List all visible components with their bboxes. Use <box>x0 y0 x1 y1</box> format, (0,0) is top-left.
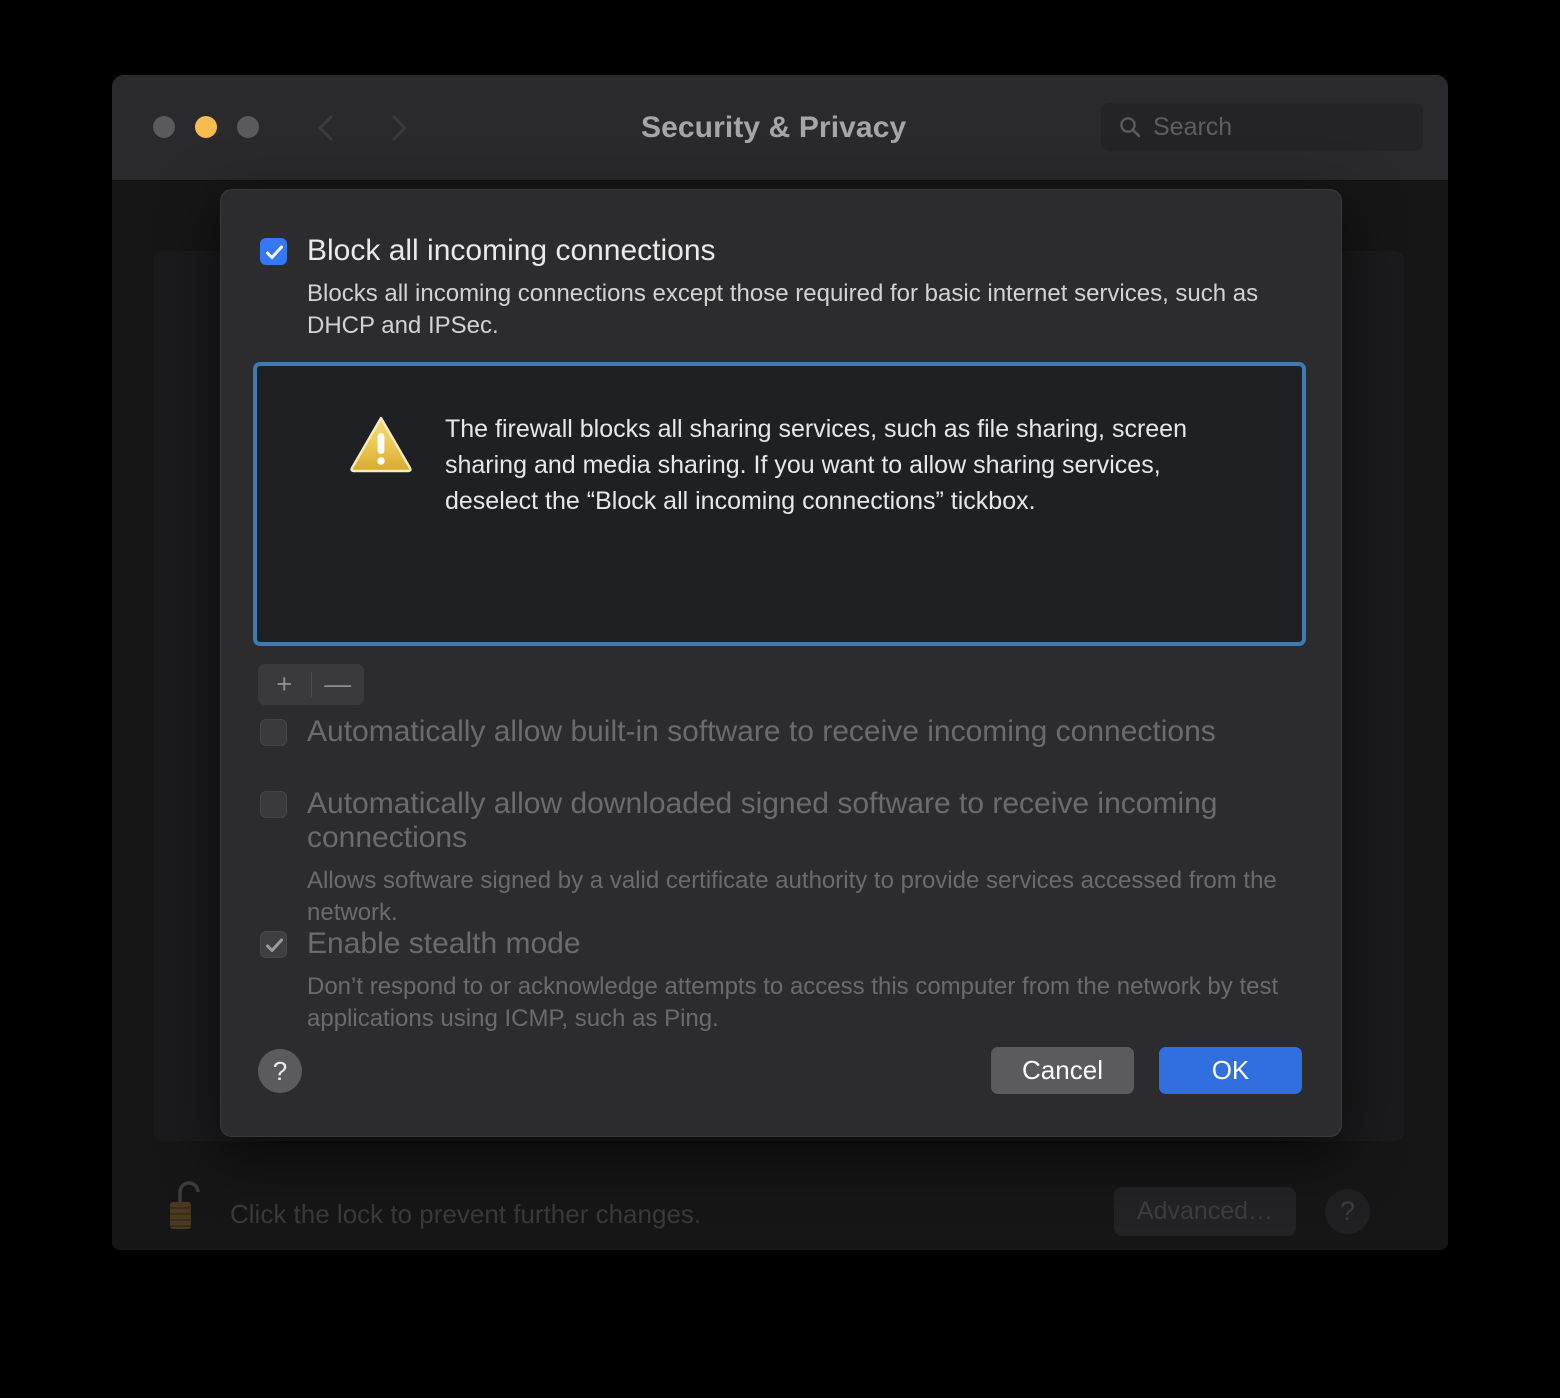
search-icon <box>1119 116 1141 138</box>
help-button-sheet[interactable]: ? <box>258 1049 302 1093</box>
auto-allow-signed-description: Allows software signed by a valid certif… <box>307 867 1277 926</box>
auto-allow-builtin-row: Automatically allow built-in software to… <box>260 715 1300 749</box>
search-field[interactable]: Search <box>1101 103 1423 151</box>
remove-app-button[interactable]: — <box>312 664 365 705</box>
page-title: Security & Privacy <box>641 111 907 144</box>
search-input-placeholder: Search <box>1153 112 1233 141</box>
auto-allow-builtin-label: Automatically allow built-in software to… <box>307 715 1216 748</box>
advanced-button[interactable]: Advanced… <box>1114 1187 1296 1236</box>
forward-arrow-icon[interactable] <box>385 113 413 143</box>
firewall-options-sheet: Block all incoming connections Blocks al… <box>220 189 1342 1137</box>
desktop-background: Security & Privacy Search Click the lock… <box>0 0 1560 1398</box>
add-remove-segmented-control: + — <box>258 664 364 705</box>
traffic-light-group <box>153 116 259 138</box>
add-app-button[interactable]: + <box>258 664 311 705</box>
lock-caption: Click the lock to prevent further change… <box>230 1199 702 1229</box>
help-button-background[interactable]: ? <box>1325 1189 1370 1234</box>
block-all-connections-label: Block all incoming connections <box>307 234 716 267</box>
preferences-bottom-bar: Click the lock to prevent further change… <box>112 1181 1448 1250</box>
window-titlebar: Security & Privacy Search <box>112 75 1448 218</box>
auto-allow-builtin-checkbox[interactable] <box>260 719 287 746</box>
stealth-mode-checkbox[interactable] <box>260 931 287 958</box>
minimize-button[interactable] <box>195 116 217 138</box>
firewall-warning-box: The firewall blocks all sharing services… <box>253 362 1306 646</box>
block-all-connections-checkbox[interactable] <box>260 238 287 265</box>
block-all-connections-description: Blocks all incoming connections except t… <box>307 280 1259 339</box>
ok-button[interactable]: OK <box>1159 1047 1302 1094</box>
firewall-warning-text: The firewall blocks all sharing services… <box>445 415 1187 515</box>
back-arrow-icon[interactable] <box>312 113 340 143</box>
auto-allow-signed-checkbox[interactable] <box>260 791 287 818</box>
auto-allow-signed-label: Automatically allow downloaded signed so… <box>307 787 1218 854</box>
zoom-button[interactable] <box>237 116 259 138</box>
sheet-action-buttons: Cancel OK <box>991 1047 1302 1094</box>
sheet-footer: ? Cancel OK <box>221 1016 1341 1136</box>
close-button[interactable] <box>153 116 175 138</box>
cancel-button[interactable]: Cancel <box>991 1047 1134 1094</box>
caution-triangle-icon <box>349 415 413 473</box>
auto-allow-signed-row: Automatically allow downloaded signed so… <box>260 787 1300 929</box>
block-all-connections-row: Block all incoming connections Blocks al… <box>260 234 1300 342</box>
navigation-arrows <box>312 113 413 143</box>
stealth-mode-label: Enable stealth mode <box>307 927 581 960</box>
unlocked-padlock-icon[interactable] <box>167 1176 213 1232</box>
